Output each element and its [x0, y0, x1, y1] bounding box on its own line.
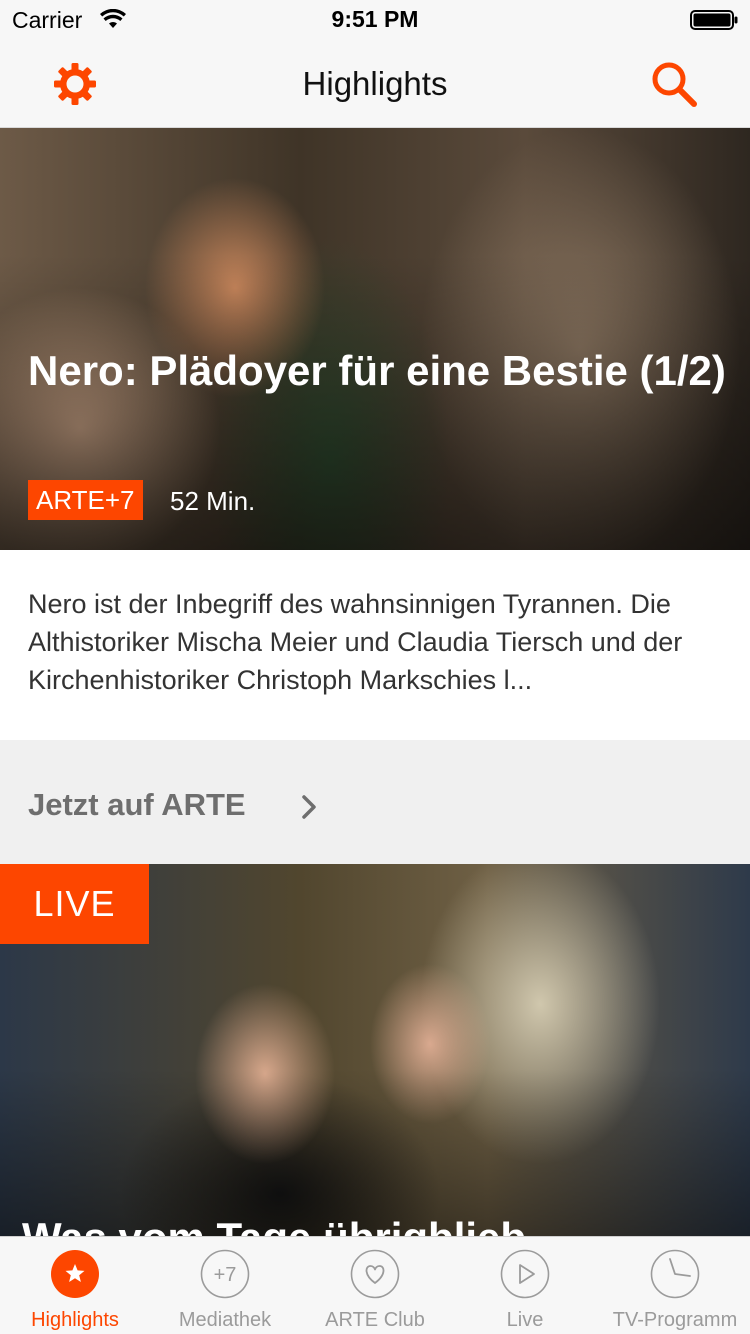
plus-seven-icon-text: +7 — [214, 1264, 237, 1286]
page-title: Highlights — [302, 65, 448, 102]
hero-card[interactable]: Nero: Plädoyer für eine Bestie (1/2) ART… — [0, 128, 750, 550]
star-icon — [51, 1250, 99, 1298]
live-title: Was vom Tage übrigblieb — [22, 1214, 526, 1236]
tab-label: Highlights — [31, 1309, 119, 1331]
status-bar: Carrier 9:51 PM — [0, 0, 750, 40]
navigation-bar: Highlights — [0, 40, 750, 128]
hero-title: Nero: Plädoyer für eine Bestie (1/2) — [28, 347, 726, 394]
live-badge: LIVE — [0, 864, 149, 944]
tab-live[interactable]: Live — [450, 1237, 600, 1334]
tab-bar: Highlights +7 Mediathek ARTE Club Live T… — [0, 1236, 750, 1334]
play-icon — [500, 1249, 550, 1299]
heart-icon — [350, 1249, 400, 1299]
tab-label: TV-Programm — [612, 1309, 738, 1331]
tab-label: Live — [506, 1309, 544, 1331]
chevron-right-icon — [302, 795, 316, 819]
search-icon[interactable] — [650, 60, 698, 108]
battery-icon — [690, 10, 738, 30]
section-title: Jetzt auf ARTE — [28, 787, 246, 822]
tab-label: ARTE Club — [325, 1309, 425, 1331]
tab-arte-club[interactable]: ARTE Club — [300, 1237, 450, 1334]
arte-plus-seven-badge: ARTE+7 — [28, 480, 143, 520]
plus-seven-icon: +7 — [200, 1249, 250, 1299]
section-header-now-on-arte[interactable]: Jetzt auf ARTE — [0, 740, 750, 864]
live-card[interactable]: LIVE Was vom Tage übrigblieb — [0, 864, 750, 1236]
tab-mediathek[interactable]: +7 Mediathek — [150, 1237, 300, 1334]
tab-tv-programm[interactable]: TV-Programm — [600, 1237, 750, 1334]
clock-icon — [650, 1249, 700, 1299]
tab-highlights[interactable]: Highlights — [0, 1237, 150, 1334]
hero-description[interactable]: Nero ist der Inbegriff des wahnsinnigen … — [28, 585, 728, 699]
hero-duration: 52 Min. — [170, 486, 256, 516]
status-time: 9:51 PM — [331, 6, 419, 32]
tab-label: Mediathek — [178, 1309, 272, 1331]
